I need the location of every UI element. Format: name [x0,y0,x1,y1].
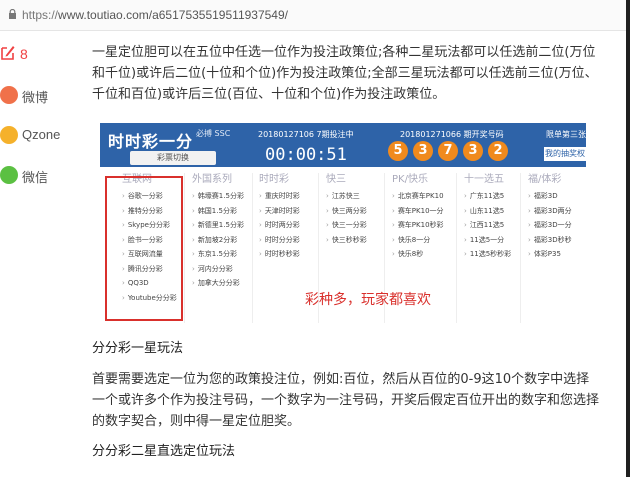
article-paragraph: 一星定位胆可以在五位中任选一位作为投注政策位;各种二星玩法都可以任选前二位(万位… [92,45,598,102]
lottery-item: 福彩3D一分 [524,218,584,233]
weibo-icon [0,86,18,104]
column-divider [520,173,521,323]
share-wechat-button[interactable]: 微信 [0,158,62,198]
lottery-column: 快三 江苏快三 快三两分彩 快三一分彩 快三秒秒彩 [322,171,382,247]
column-title: 快三 [326,174,346,185]
lottery-item: 时时分分彩 [255,233,315,248]
lottery-column: 十一选五 广东11选5 山东11选5 江西11选5 11选5一分 11选5秒秒彩 [460,171,520,262]
column-title: 外国系列 [192,174,232,185]
lottery-switch-select: 彩票切换 [130,151,216,165]
share-label: 微信 [22,170,49,185]
section-heading: 分分彩一星玩法 [92,341,184,356]
section-heading: 分分彩二星直选定位玩法 [92,444,236,459]
lottery-item: 快三一分彩 [322,218,382,233]
result-ball: 2 [488,141,508,161]
current-issue: 20180127106 7期投注中 [258,130,354,139]
share-sidebar: 8 微博 Qzone 微信 [0,38,62,198]
result-ball: 3 [413,141,433,161]
lottery-item: 山东11选5 [460,204,520,219]
lottery-item: 11选5秒秒彩 [460,247,520,262]
article-paragraph: 首要需要选定一位为您的政策投注位，例如:百位，然后从百位的0-9这10个数字中选… [92,372,600,429]
column-title: 十一选五 [464,174,504,185]
lottery-column: 时时彩 重庆时时彩 天津时时彩 时时两分彩 时时分分彩 时时秒秒彩 [255,171,315,262]
lottery-item: 韩壕赛1.5分彩 [188,189,248,204]
lottery-item: 时时两分彩 [255,218,315,233]
article-section: 分分彩一星玩法 首要需要选定一位为您的政策投注位，例如:百位，然后从百位的0-9… [92,338,602,462]
window-edge [626,0,630,477]
lottery-item: 快三秒秒彩 [322,233,382,248]
result-ball: 3 [463,141,483,161]
column-title: 时时彩 [259,174,289,185]
lock-icon [9,9,16,19]
column-title: PK/快乐 [392,174,428,185]
countdown-timer: 00:00:51 [265,145,347,165]
url-text[interactable]: https://www.toutiao.com/a651753551951193… [22,8,288,22]
lottery-item: 福彩3D秒秒 [524,233,584,248]
qzone-icon [0,126,18,144]
share-weibo-button[interactable]: 微博 [0,78,62,118]
result-ball: 5 [388,141,408,161]
lottery-item: 江苏快三 [322,189,382,204]
lottery-item: 新加坡2分彩 [188,233,248,248]
share-label: 微博 [22,90,49,105]
lottery-item: 11选5一分 [460,233,520,248]
highlight-box [105,176,183,321]
promo-logo-sub: 必搏 SSC [196,129,231,138]
previous-issue: 201801271066 期开奖号码 [400,130,504,139]
lottery-item: 加拿大分分彩 [188,276,248,291]
lottery-item: 天津时时彩 [255,204,315,219]
lottery-column: PK/快乐 北京赛车PK10 赛车PK10一分 赛车PK10秒彩 快乐8一分 快… [388,171,448,262]
article-body: 一星定位胆可以在五位中任选一位作为投注政策位;各种二星玩法都可以任选前二位(万位… [92,42,602,105]
wechat-icon [0,166,18,184]
lottery-column: 福/体彩 福彩3D 福彩3D两分 福彩3D一分 福彩3D秒秒 体彩P35 [524,171,584,262]
promo-logo: 时时彩一分 [108,132,194,151]
lottery-item: 北京赛车PK10 [388,189,448,204]
lottery-item: 体彩P35 [524,247,584,262]
promo-header: 时时彩一分 必搏 SSC 彩票切换 20180127106 7期投注中 00:0… [100,123,586,167]
my-lottery-button: 我的抽奖权 [544,147,586,161]
lottery-item: 赛车PK10一分 [388,204,448,219]
lottery-item: 新德里1.5分彩 [188,218,248,233]
lottery-item: 快乐8一分 [388,233,448,248]
share-label: Qzone [22,127,61,142]
lottery-item: 重庆时时彩 [255,189,315,204]
lottery-item: 河内分分彩 [188,262,248,277]
result-ball: 7 [438,141,458,161]
lottery-item: 福彩3D [524,189,584,204]
column-divider [456,173,457,323]
promo-image: 时时彩一分 必搏 SSC 彩票切换 20180127106 7期投注中 00:0… [100,123,586,326]
comment-button[interactable]: 8 [0,38,62,78]
lottery-item: 福彩3D两分 [524,204,584,219]
lottery-item: 江西11选5 [460,218,520,233]
lottery-item: 韩国1.5分彩 [188,204,248,219]
lottery-item: 快乐8秒 [388,247,448,262]
lottery-column: 外国系列 韩壕赛1.5分彩 韩国1.5分彩 新德里1.5分彩 新加坡2分彩 东京… [188,171,248,291]
column-title: 福/体彩 [528,174,562,185]
lottery-item: 时时秒秒彩 [255,247,315,262]
column-divider [184,173,185,323]
address-bar[interactable]: https://www.toutiao.com/a651753551951193… [0,0,630,31]
lottery-item: 东京1.5分彩 [188,247,248,262]
promo-right-label: 限单第三张 [546,130,586,139]
column-divider [252,173,253,323]
lottery-item: 广东11选5 [460,189,520,204]
lottery-item: 赛车PK10秒彩 [388,218,448,233]
promo-slogan: 彩种多，玩家都喜欢 [305,292,431,308]
comment-edit-icon [1,46,15,60]
comment-count: 8 [20,46,28,62]
lottery-item: 快三两分彩 [322,204,382,219]
share-qzone-button[interactable]: Qzone [0,118,62,158]
